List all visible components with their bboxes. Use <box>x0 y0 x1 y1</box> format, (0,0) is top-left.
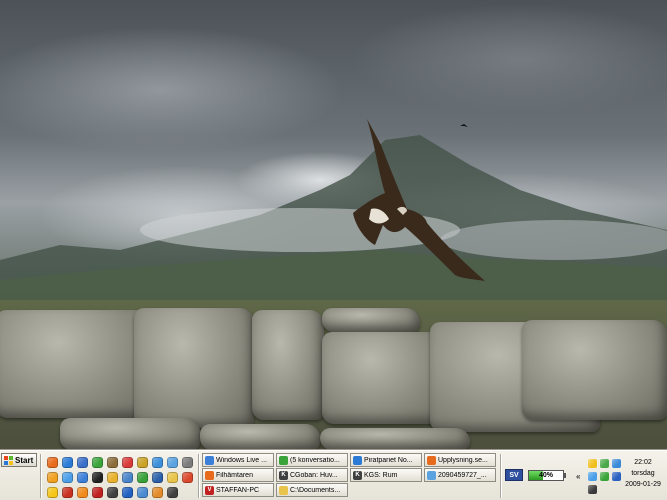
red-icon[interactable] <box>182 472 193 483</box>
messenger-icon[interactable] <box>77 472 88 483</box>
task-app-icon: K <box>353 470 362 480</box>
clock[interactable]: 22:02 torsdag 2009-01-29 <box>622 457 664 497</box>
clock-day: torsdag <box>631 470 655 477</box>
refresh-icon[interactable] <box>600 472 609 481</box>
windows-flag-icon <box>4 455 13 465</box>
people-icon[interactable] <box>600 459 609 468</box>
update-icon[interactable] <box>588 472 597 481</box>
language-indicator[interactable]: SV <box>505 469 523 481</box>
taskbar-separator <box>198 454 200 498</box>
pencil-icon[interactable] <box>107 472 118 483</box>
battery-percent: 40% <box>538 472 553 479</box>
k-icon[interactable] <box>107 487 118 498</box>
pen-icon[interactable] <box>62 487 73 498</box>
shield-icon[interactable] <box>612 459 621 468</box>
taskbar-separator <box>40 454 42 498</box>
task-app-icon <box>279 485 288 495</box>
task-label: KGS: Rum <box>364 471 398 479</box>
task-button[interactable]: C:\Documents... <box>276 483 348 497</box>
task-label: (5 konversatio... <box>290 456 340 464</box>
clock-time: 22:02 <box>634 459 652 466</box>
picture-icon[interactable] <box>167 457 178 468</box>
task-button[interactable]: (5 konversatio... <box>276 453 348 467</box>
firefox-icon[interactable] <box>47 457 58 468</box>
task-app-icon <box>279 455 288 465</box>
folder-icon[interactable] <box>167 472 178 483</box>
black-icon[interactable] <box>92 472 103 483</box>
task-button[interactable]: Windows Live ... <box>202 453 274 467</box>
task-button[interactable]: V STAFFAN-PC <box>202 483 274 497</box>
stone <box>60 418 200 450</box>
task-app-icon <box>427 455 436 465</box>
taskbar: Start Windows Live ... (5 konversatio... P… <box>0 450 667 500</box>
task-button[interactable]: Upplysning.se... <box>424 453 496 467</box>
network-icon[interactable] <box>588 459 597 468</box>
task-app-icon: K <box>279 470 288 480</box>
task-label: Windows Live ... <box>216 456 267 464</box>
stone <box>0 310 151 418</box>
task-label: Upplysning.se... <box>438 456 488 464</box>
sun-icon[interactable] <box>47 487 58 498</box>
chat-icon[interactable] <box>62 472 73 483</box>
ie-icon[interactable] <box>62 457 73 468</box>
stone <box>134 308 254 428</box>
task-app-icon <box>427 470 436 480</box>
task-label: Filhämtaren <box>216 471 253 479</box>
task-label: 2090459727_... <box>438 471 487 479</box>
task-app-icon <box>205 455 214 465</box>
task-app-icon <box>205 470 214 480</box>
distant-bird <box>460 124 468 127</box>
ve-tray-icon[interactable] <box>612 472 621 481</box>
quick-launch-bar <box>45 455 195 499</box>
orange-icon[interactable] <box>47 472 58 483</box>
task-app-icon <box>353 455 362 465</box>
stone-wall <box>0 300 667 450</box>
taskbar-separator <box>500 454 502 498</box>
task-button[interactable]: K KGS: Rum <box>350 468 422 482</box>
stone <box>252 310 324 420</box>
clock-date: 2009-01-29 <box>625 481 661 488</box>
start-button[interactable]: Start <box>1 453 37 467</box>
desktop-wallpaper <box>0 0 667 450</box>
ve-icon[interactable] <box>92 487 103 498</box>
globe-icon[interactable] <box>152 457 163 468</box>
battery-meter[interactable]: 40% <box>528 470 564 481</box>
vlc-icon[interactable] <box>77 487 88 498</box>
task-button[interactable]: Piratpariet No... <box>350 453 422 467</box>
start-label: Start <box>15 455 34 465</box>
system-tray: « <box>574 455 622 499</box>
task-button[interactable]: K CGoban: Huv... <box>276 468 348 482</box>
stone <box>320 428 470 450</box>
outlook-icon[interactable] <box>77 457 88 468</box>
settings-icon[interactable] <box>182 457 193 468</box>
task-button[interactable]: 2090459727_... <box>424 468 496 482</box>
player-icon[interactable] <box>152 472 163 483</box>
task-button[interactable]: Filhämtaren <box>202 468 274 482</box>
task-label: STAFFAN-PC <box>216 486 260 494</box>
task-label: Piratpariet No... <box>364 456 413 464</box>
mail-icon[interactable] <box>122 457 133 468</box>
stone <box>522 320 667 420</box>
photo-icon[interactable] <box>152 487 163 498</box>
stone <box>200 424 320 450</box>
task-app-icon: V <box>205 485 214 495</box>
task-label: C:\Documents... <box>290 486 341 494</box>
tray-expand-chevron-icon[interactable]: « <box>576 472 580 481</box>
mountain-silhouette <box>0 135 667 330</box>
task-label: CGoban: Huv... <box>290 471 338 479</box>
search-icon[interactable] <box>122 472 133 483</box>
window-icon[interactable] <box>137 487 148 498</box>
volume-icon[interactable] <box>588 485 597 494</box>
stone <box>322 308 420 332</box>
green-icon[interactable] <box>137 472 148 483</box>
media-icon[interactable] <box>137 457 148 468</box>
battery-tip <box>564 473 566 478</box>
music-icon[interactable] <box>122 487 133 498</box>
book-icon[interactable] <box>107 457 118 468</box>
film-icon[interactable] <box>167 487 178 498</box>
xbox-icon[interactable] <box>92 457 103 468</box>
task-button-list: Windows Live ... (5 konversatio... Piratpa… <box>202 453 496 499</box>
stone <box>322 332 444 424</box>
eagle <box>353 119 485 281</box>
